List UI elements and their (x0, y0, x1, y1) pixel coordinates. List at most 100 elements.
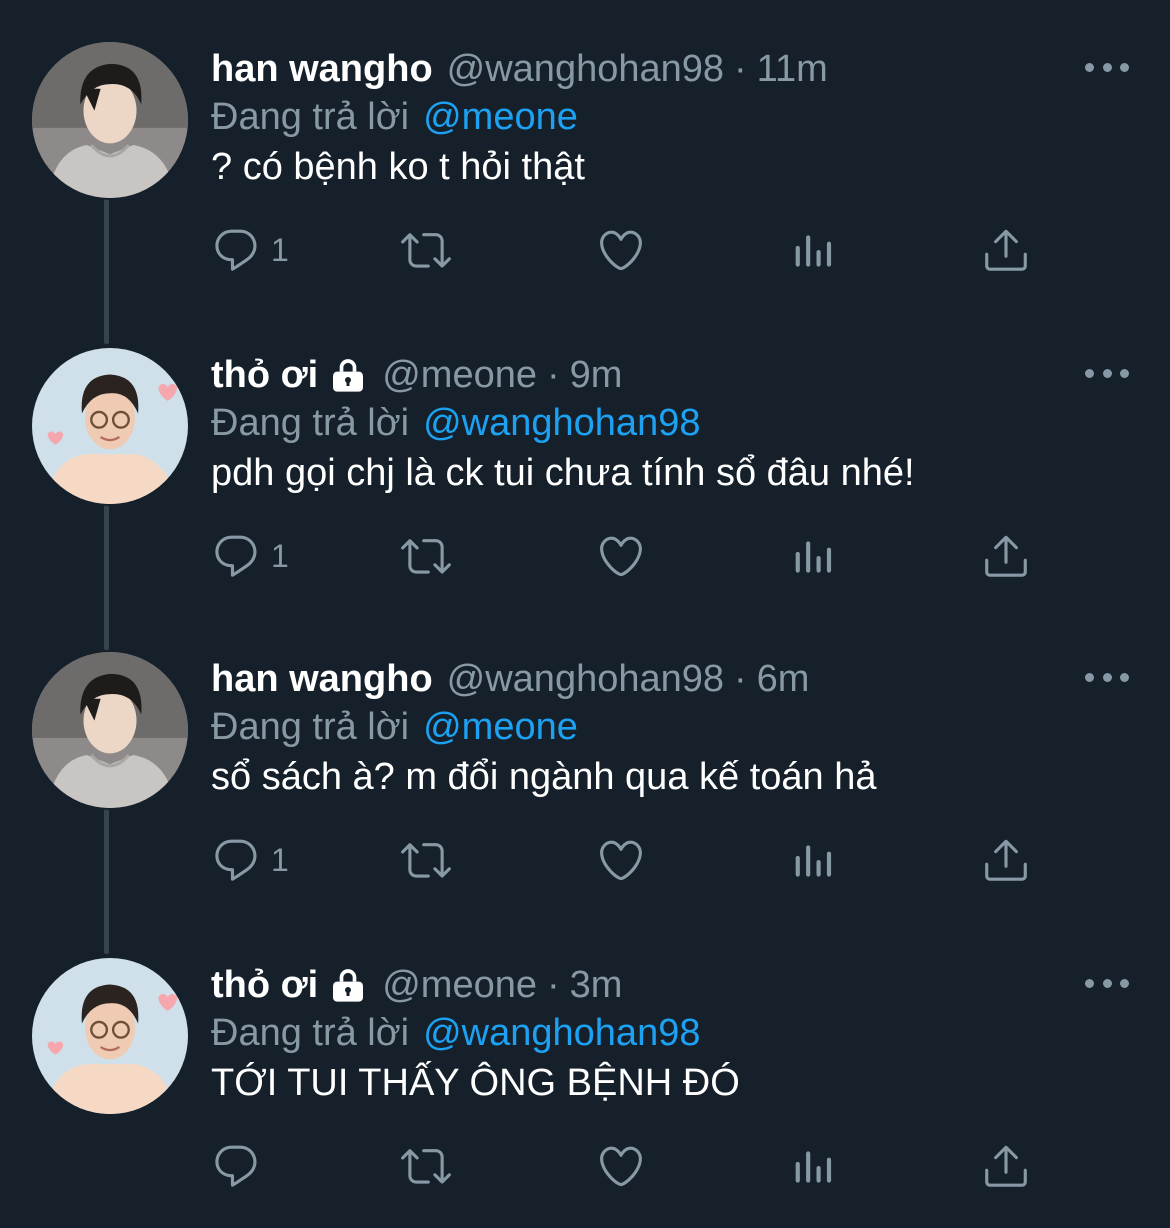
gray-hoodie-avatar (32, 42, 188, 198)
user-handle[interactable]: @wanghohan98 (447, 48, 724, 91)
share-icon (981, 1141, 1031, 1191)
reply-icon (211, 835, 261, 885)
reply-icon (211, 1141, 261, 1191)
share-icon (981, 531, 1031, 581)
tweet-actions: 1 (211, 832, 1041, 888)
analytics-button[interactable] (789, 1138, 839, 1194)
separator-dot: · (546, 963, 560, 1006)
reply-count: 1 (271, 841, 289, 878)
reply-button[interactable]: 1 (211, 832, 289, 888)
more-icon[interactable] (1085, 968, 1129, 998)
avatar[interactable] (30, 40, 190, 200)
tweet-actions: 1 (211, 528, 1041, 584)
replying-to-label: Đang trả lời (211, 1012, 410, 1054)
display-name[interactable]: han wangho (211, 658, 433, 701)
avatar[interactable] (30, 346, 190, 506)
timestamp[interactable]: 11m (757, 48, 828, 91)
mention-link[interactable]: @meone (423, 706, 578, 748)
timestamp[interactable]: 6m (757, 658, 810, 701)
tweet-text: ? có bệnh ko t hỏi thật (211, 146, 585, 188)
share-button[interactable] (981, 528, 1031, 584)
tweet-text: pdh gọi chj là ck tui chưa tính sổ đâu n… (211, 452, 915, 494)
separator-dot: · (546, 353, 560, 396)
reply-count: 1 (271, 537, 289, 574)
separator-dot: · (734, 47, 747, 90)
analytics-icon (789, 835, 839, 885)
replying-to-label: Đang trả lời (211, 706, 410, 748)
analytics-icon (789, 531, 839, 581)
replying-to: Đang trả lời @meone (211, 96, 578, 139)
analytics-button[interactable] (789, 528, 839, 584)
display-name[interactable]: han wangho (211, 48, 433, 91)
tweet-header: thỏ ơi @meone · 9m (211, 350, 622, 400)
more-icon[interactable] (1085, 358, 1129, 388)
tweet-header: han wangho @wanghohan98 · 6m (211, 654, 809, 704)
share-button[interactable] (981, 832, 1031, 888)
analytics-icon (789, 225, 839, 275)
tweet[interactable]: han wangho @wanghohan98 · 11m Đang trả l… (0, 0, 1170, 344)
replying-to: Đang trả lời @wanghohan98 (211, 402, 700, 445)
replying-to-label: Đang trả lời (211, 402, 410, 444)
reply-count: 1 (271, 231, 289, 268)
heart-icon (596, 835, 646, 885)
tweet-actions (211, 1138, 1041, 1194)
gray-hoodie-avatar (32, 652, 188, 808)
avatar[interactable] (30, 956, 190, 1116)
reply-button[interactable] (211, 1138, 271, 1194)
tweet[interactable]: han wangho @wanghohan98 · 6m Đang trả lờ… (0, 610, 1170, 954)
avatar[interactable] (30, 650, 190, 810)
reply-button[interactable]: 1 (211, 222, 289, 278)
retweet-icon (401, 531, 451, 581)
tweet-text: sổ sách à? m đổi ngành qua kế toán hả (211, 756, 877, 798)
display-name[interactable]: thỏ ơi (211, 354, 318, 397)
heart-icon (596, 1141, 646, 1191)
retweet-icon (401, 225, 451, 275)
reply-button[interactable]: 1 (211, 528, 289, 584)
lock-icon (328, 355, 368, 395)
glasses-hearts-avatar (32, 958, 188, 1114)
analytics-button[interactable] (789, 222, 839, 278)
replying-to: Đang trả lời @wanghohan98 (211, 1012, 700, 1055)
user-handle[interactable]: @meone (382, 964, 537, 1007)
reply-icon (211, 225, 261, 275)
retweet-icon (401, 1141, 451, 1191)
glasses-hearts-avatar (32, 348, 188, 504)
share-button[interactable] (981, 1138, 1031, 1194)
mention-link[interactable]: @wanghohan98 (423, 402, 700, 444)
tweet[interactable]: thỏ ơi @meone · 3m Đang trả lời @wanghoha… (0, 916, 1170, 1222)
mention-link[interactable]: @wanghohan98 (423, 1012, 700, 1054)
display-name[interactable]: thỏ ơi (211, 964, 318, 1007)
share-icon (981, 835, 1031, 885)
separator-dot: · (734, 657, 747, 700)
heart-icon (596, 531, 646, 581)
tweet-header: thỏ ơi @meone · 3m (211, 960, 622, 1010)
more-icon[interactable] (1085, 52, 1129, 82)
share-button[interactable] (981, 222, 1031, 278)
analytics-icon (789, 1141, 839, 1191)
analytics-button[interactable] (789, 832, 839, 888)
retweet-button[interactable] (401, 222, 451, 278)
heart-icon (596, 225, 646, 275)
lock-icon (328, 965, 368, 1005)
timestamp[interactable]: 3m (570, 964, 623, 1007)
mention-link[interactable]: @meone (423, 96, 578, 138)
share-icon (981, 225, 1031, 275)
retweet-button[interactable] (401, 832, 451, 888)
replying-to-label: Đang trả lời (211, 96, 410, 138)
like-button[interactable] (596, 1138, 646, 1194)
more-icon[interactable] (1085, 662, 1129, 692)
replying-to: Đang trả lời @meone (211, 706, 578, 749)
user-handle[interactable]: @wanghohan98 (447, 658, 724, 701)
tweet-header: han wangho @wanghohan98 · 11m (211, 44, 828, 94)
retweet-button[interactable] (401, 1138, 451, 1194)
retweet-button[interactable] (401, 528, 451, 584)
reply-icon (211, 531, 261, 581)
like-button[interactable] (596, 528, 646, 584)
like-button[interactable] (596, 832, 646, 888)
like-button[interactable] (596, 222, 646, 278)
timestamp[interactable]: 9m (570, 354, 623, 397)
user-handle[interactable]: @meone (382, 354, 537, 397)
tweet[interactable]: thỏ ơi @meone · 9m Đang trả lời @wanghoha… (0, 306, 1170, 650)
tweet-text: TỚI TUI THẤY ÔNG BỆNH ĐÓ (211, 1062, 740, 1104)
tweet-actions: 1 (211, 222, 1041, 278)
